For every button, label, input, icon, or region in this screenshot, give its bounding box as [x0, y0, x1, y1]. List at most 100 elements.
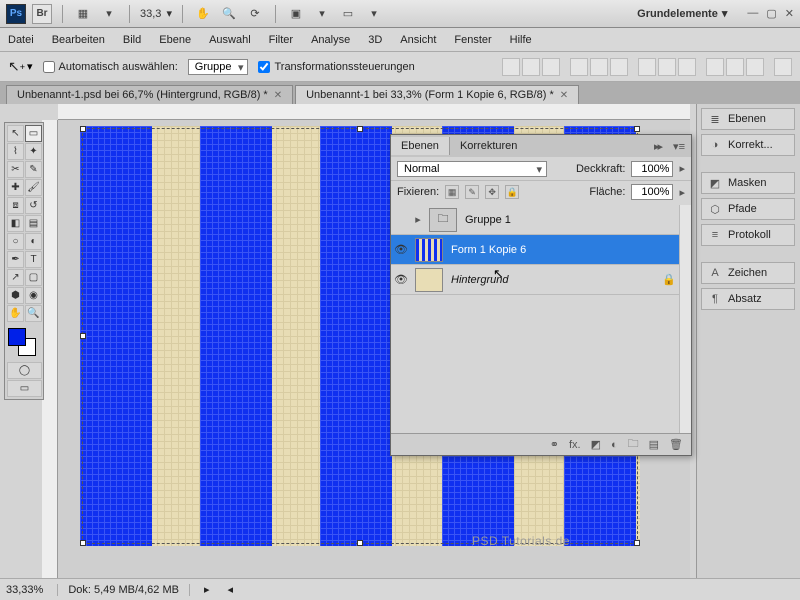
delete-layer-icon[interactable]: 🗑 — [669, 438, 683, 451]
lock-all-icon[interactable]: 🔒 — [505, 185, 519, 199]
status-docinfo[interactable]: Dok: 5,49 MB/4,62 MB — [57, 584, 190, 596]
panel-menu-icon[interactable]: ▾≡ — [667, 140, 691, 153]
arrange-docs-icon[interactable]: ▣ — [286, 4, 306, 24]
path-select-tool[interactable]: ↗ — [7, 269, 24, 286]
opacity-input[interactable]: 100% — [631, 161, 673, 177]
layer-row-background[interactable]: 👁 Hintergrund 🔒 — [391, 265, 679, 295]
lock-transparency-icon[interactable]: ▦ — [445, 185, 459, 199]
fill-input[interactable]: 100% — [631, 184, 673, 200]
auto-select-checkbox[interactable]: Automatisch auswählen: — [43, 61, 178, 73]
layer-thumbnail[interactable] — [415, 238, 443, 262]
lock-pixels-icon[interactable]: ✎ — [465, 185, 479, 199]
status-menu-icon[interactable]: ▸ — [204, 583, 210, 596]
blur-tool[interactable]: ○ — [7, 233, 24, 250]
menu-hilfe[interactable]: Hilfe — [510, 34, 532, 46]
scroll-left-icon[interactable]: ◂ — [228, 583, 234, 596]
zoom-tool-icon[interactable]: 🔍 — [219, 4, 239, 24]
layer-row-shape[interactable]: 👁 Form 1 Kopie 6 — [391, 235, 679, 265]
pen-tool[interactable]: ✒ — [7, 251, 24, 268]
eyedropper-tool[interactable]: ✎ — [25, 161, 42, 178]
auto-select-target[interactable]: Gruppe — [188, 59, 249, 75]
rotate-view-icon[interactable]: ⟳ — [245, 4, 265, 24]
3d-camera-tool[interactable]: ◉ — [25, 287, 42, 304]
adjustment-layer-icon[interactable]: ◐ — [611, 439, 618, 451]
layer-name[interactable]: Hintergrund — [447, 274, 659, 286]
align-btn[interactable] — [542, 58, 560, 76]
move-tool-indicator[interactable]: ↖+▾ — [8, 58, 33, 75]
menu-analyse[interactable]: Analyse — [311, 34, 350, 46]
menu-ebene[interactable]: Ebene — [159, 34, 191, 46]
dropdown-icon[interactable]: ▾ — [99, 4, 119, 24]
close-tab-icon[interactable]: ✕ — [560, 90, 568, 101]
move-tool[interactable]: ↖ — [7, 125, 24, 142]
healing-tool[interactable]: ✚ — [7, 179, 24, 196]
dropdown-icon[interactable]: ▾ — [364, 4, 384, 24]
distribute-btn[interactable] — [706, 58, 724, 76]
menu-ansicht[interactable]: Ansicht — [400, 34, 436, 46]
distribute-btn[interactable] — [678, 58, 696, 76]
menu-bearbeiten[interactable]: Bearbeiten — [52, 34, 105, 46]
maximize-icon[interactable]: ▢ — [766, 7, 776, 20]
align-btn[interactable] — [502, 58, 520, 76]
lock-position-icon[interactable]: ✥ — [485, 185, 499, 199]
align-btn[interactable] — [590, 58, 608, 76]
dock-pfade[interactable]: ⬡Pfade — [701, 198, 795, 220]
bridge-logo-icon[interactable]: Br — [32, 4, 52, 24]
auto-align-btn[interactable] — [774, 58, 792, 76]
shape-tool[interactable]: ▢ — [25, 269, 42, 286]
3d-tool[interactable]: ⬢ — [7, 287, 24, 304]
menu-filter[interactable]: Filter — [269, 34, 293, 46]
menu-bild[interactable]: Bild — [123, 34, 141, 46]
gradient-tool[interactable]: ▤ — [25, 215, 42, 232]
align-btn[interactable] — [570, 58, 588, 76]
stamp-tool[interactable]: ⧈ — [7, 197, 24, 214]
blend-mode-select[interactable]: Normal — [397, 161, 547, 177]
ruler-vertical[interactable] — [42, 120, 58, 578]
menu-fenster[interactable]: Fenster — [454, 34, 491, 46]
view-extras-icon[interactable]: ▦ — [73, 4, 93, 24]
visibility-toggle[interactable]: 👁 — [391, 273, 411, 286]
link-layers-icon[interactable]: ⚭ — [550, 438, 559, 451]
tab-korrekturen[interactable]: Korrekturen — [450, 137, 527, 155]
menu-datei[interactable]: Datei — [8, 34, 34, 46]
opacity-slider-icon[interactable]: ▸ — [679, 162, 685, 175]
hand-tool[interactable]: ✋ — [7, 305, 24, 322]
zoom-tool[interactable]: 🔍 — [25, 305, 42, 322]
dock-absatz[interactable]: ¶Absatz — [701, 288, 795, 310]
dock-ebenen[interactable]: ≣Ebenen — [701, 108, 795, 130]
dock-zeichen[interactable]: AZeichen — [701, 262, 795, 284]
distribute-btn[interactable] — [658, 58, 676, 76]
document-tab[interactable]: Unbenannt-1 bei 33,3% (Form 1 Kopie 6, R… — [295, 85, 579, 104]
foreground-color-swatch[interactable] — [8, 328, 26, 346]
lasso-tool[interactable]: ⌇ — [7, 143, 24, 160]
distribute-btn[interactable] — [746, 58, 764, 76]
panel-collapse-icon[interactable]: ▸▸ — [648, 140, 667, 153]
minimize-icon[interactable]: — — [747, 7, 758, 20]
workspace-selector[interactable]: Grundelemente▾ — [637, 7, 727, 20]
expand-group-icon[interactable]: ▸ — [411, 213, 425, 226]
menu-3d[interactable]: 3D — [368, 34, 382, 46]
fill-slider-icon[interactable]: ▸ — [679, 186, 685, 199]
status-zoom[interactable]: 33,33% — [6, 584, 43, 596]
quick-mask-toggle[interactable]: ◯ — [7, 362, 42, 379]
marquee-tool[interactable]: ▭ — [25, 125, 42, 142]
layer-mask-icon[interactable]: ◩ — [591, 438, 601, 451]
color-swatches[interactable] — [7, 327, 42, 361]
new-group-icon[interactable]: 🗀 — [628, 435, 639, 454]
align-btn[interactable] — [610, 58, 628, 76]
dock-masken[interactable]: ◩Masken — [701, 172, 795, 194]
layer-name[interactable]: Gruppe 1 — [461, 214, 679, 226]
close-tab-icon[interactable]: ✕ — [274, 90, 282, 101]
document-tab[interactable]: Unbenannt-1.psd bei 66,7% (Hintergrund, … — [6, 85, 293, 104]
zoom-level[interactable]: 33,3 ▾ — [140, 7, 172, 20]
type-tool[interactable]: T — [25, 251, 42, 268]
layer-thumbnail[interactable] — [415, 268, 443, 292]
transform-controls-checkbox[interactable]: Transformationssteuerungen — [258, 61, 414, 73]
tab-ebenen[interactable]: Ebenen — [391, 137, 450, 155]
dodge-tool[interactable]: ◐ — [25, 233, 42, 250]
quick-select-tool[interactable]: ✦ — [25, 143, 42, 160]
close-icon[interactable]: ✕ — [785, 7, 794, 20]
eraser-tool[interactable]: ◧ — [7, 215, 24, 232]
align-btn[interactable] — [522, 58, 540, 76]
history-brush-tool[interactable]: ↺ — [25, 197, 42, 214]
